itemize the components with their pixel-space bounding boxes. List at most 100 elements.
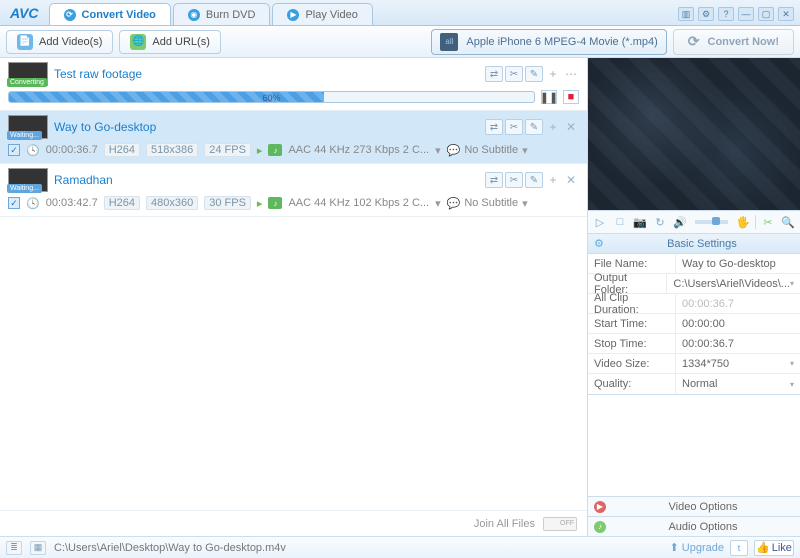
stop-button[interactable]: ■ <box>563 90 579 104</box>
scissors-icon[interactable]: ✂ <box>505 119 523 135</box>
wand-icon[interactable]: ✎ <box>525 66 543 82</box>
output-folder-field[interactable]: C:\Users\Ariel\Videos\...▾ <box>667 274 800 293</box>
volume-icon[interactable]: 🔊 <box>672 214 688 230</box>
checkbox[interactable]: ✓ <box>8 144 20 156</box>
list-item[interactable]: Waiting... Way to Go-desktop ⇄ ✂ ✎ + ✕ ✓… <box>0 111 587 164</box>
start-time-field[interactable]: 00:00:00 <box>676 314 800 333</box>
volume-slider[interactable] <box>695 220 728 224</box>
trim-icon[interactable]: ✂ <box>760 214 776 230</box>
setting-label: File Name: <box>588 254 676 273</box>
chevron-down-icon[interactable]: ▾ <box>790 359 794 368</box>
thumbnail: Waiting... <box>8 168 48 192</box>
dropdown-icon[interactable]: ▾ <box>522 197 528 210</box>
swap-icon[interactable]: ⇄ <box>485 172 503 188</box>
scissors-icon[interactable]: ✂ <box>505 172 523 188</box>
add-videos-button[interactable]: 📄 Add Video(s) <box>6 30 113 54</box>
audio-icon: ♪ <box>268 144 282 156</box>
play-button[interactable]: ▷ <box>592 214 608 230</box>
chevron-down-icon[interactable]: ▾ <box>790 279 794 288</box>
chevron-down-icon[interactable]: ▾ <box>790 380 794 389</box>
zoom-icon[interactable]: 🔍 <box>780 214 796 230</box>
rotate-icon[interactable]: ↻ <box>652 214 668 230</box>
convert-now-button[interactable]: ⟳ Convert Now! <box>673 29 794 55</box>
remove-icon[interactable]: ✕ <box>563 172 579 188</box>
checkbox[interactable]: ✓ <box>8 197 20 209</box>
minimize-icon[interactable]: — <box>738 7 754 21</box>
status-badge: Waiting... <box>7 184 42 193</box>
globe-icon: 🌐 <box>130 34 146 50</box>
remove-icon[interactable]: ✕ <box>563 119 579 135</box>
pause-button[interactable]: ❚❚ <box>541 90 557 104</box>
output-format-selector[interactable]: all Apple iPhone 6 MPEG-4 Movie (*.mp4) <box>431 29 666 55</box>
list-item[interactable]: Waiting... Ramadhan ⇄ ✂ ✎ + ✕ ✓ 🕓 00:03:… <box>0 164 587 217</box>
file-path: C:\Users\Ariel\Desktop\Way to Go-desktop… <box>54 542 662 554</box>
audio-info: AAC 44 KHz 102 Kbps 2 C... <box>288 197 429 209</box>
layout-icon[interactable]: ▥ <box>678 7 694 21</box>
video-options-row[interactable]: ▶Video Options <box>588 496 800 516</box>
facebook-like-button[interactable]: 👍Like <box>754 540 794 556</box>
tab-convert-video[interactable]: ⟳ Convert Video <box>49 3 171 25</box>
add-urls-button[interactable]: 🌐 Add URL(s) <box>119 30 220 54</box>
clock-icon: 🕓 <box>26 144 40 157</box>
dropdown-icon[interactable]: ▾ <box>435 144 441 157</box>
wand-icon[interactable]: ✎ <box>525 119 543 135</box>
dropdown-icon[interactable]: ▾ <box>522 144 528 157</box>
basic-settings-header[interactable]: ⚙ Basic Settings <box>588 234 800 254</box>
thumbs-up-icon: 👍 <box>756 541 770 554</box>
audio-options-row[interactable]: ♪Audio Options <box>588 516 800 536</box>
join-files-toggle[interactable]: OFF <box>543 517 577 531</box>
separator <box>755 215 756 229</box>
item-title: Way to Go-desktop <box>54 120 479 134</box>
tab-burn-dvd[interactable]: ◉ Burn DVD <box>173 3 271 25</box>
video-preview[interactable] <box>588 58 800 210</box>
setting-label: Quality: <box>588 374 676 394</box>
add-file-icon: 📄 <box>17 34 33 50</box>
add-icon[interactable]: + <box>545 119 561 135</box>
tab-play-video[interactable]: ▶ Play Video <box>272 3 372 25</box>
stop-time-field[interactable]: 00:00:36.7 <box>676 334 800 353</box>
setting-label: Video Size: <box>588 354 676 373</box>
settings-icon[interactable]: ⚙ <box>698 7 714 21</box>
title-bar: AVC ⟳ Convert Video ◉ Burn DVD ▶ Play Vi… <box>0 0 800 26</box>
format-label: Apple iPhone 6 MPEG-4 Movie (*.mp4) <box>466 36 657 48</box>
gear-icon: ⚙ <box>594 237 604 250</box>
chevron-right-icon[interactable]: ▸ <box>257 144 263 157</box>
list-item[interactable]: Converting Test raw footage ⇄ ✂ ✎ + ⋯ 60… <box>0 58 587 111</box>
dropdown-icon[interactable]: ▾ <box>435 197 441 210</box>
scissors-icon[interactable]: ✂ <box>505 66 523 82</box>
video-size-field[interactable]: 1334*750▾ <box>676 354 800 373</box>
twitter-button[interactable]: t <box>730 540 748 556</box>
swap-icon[interactable]: ⇄ <box>485 119 503 135</box>
resolution-tag: 480x360 <box>146 196 198 210</box>
chevron-right-icon[interactable]: ▸ <box>257 197 263 210</box>
thumbnail: Waiting... <box>8 115 48 139</box>
add-icon[interactable]: + <box>545 172 561 188</box>
maximize-icon[interactable]: ▢ <box>758 7 774 21</box>
refresh-icon: ⟳ <box>64 9 76 21</box>
audio-info: AAC 44 KHz 273 Kbps 2 C... <box>288 144 429 156</box>
add-icon[interactable]: + <box>545 66 561 82</box>
setting-label: All Clip Duration: <box>588 294 676 313</box>
swap-icon[interactable]: ⇄ <box>485 66 503 82</box>
play-icon: ▶ <box>287 9 299 21</box>
spacer <box>588 395 800 496</box>
upgrade-link[interactable]: ⬆Upgrade <box>670 541 724 554</box>
close-icon[interactable]: ✕ <box>778 7 794 21</box>
disc-icon: ◉ <box>188 9 200 21</box>
window-controls: ▥ ⚙ ? — ▢ ✕ <box>672 7 800 25</box>
info-icon[interactable]: ⋯ <box>563 66 579 82</box>
file-name-field[interactable]: Way to Go-desktop <box>676 254 800 273</box>
statusbar: ≣ ▦ C:\Users\Ariel\Desktop\Way to Go-des… <box>0 536 800 558</box>
help-icon[interactable]: ? <box>718 7 734 21</box>
clip-icon[interactable]: 🖐 <box>735 214 751 230</box>
wand-icon[interactable]: ✎ <box>525 172 543 188</box>
join-files-label: Join All Files <box>474 518 535 530</box>
quality-field[interactable]: Normal▾ <box>676 374 800 394</box>
list-view-icon[interactable]: ≣ <box>6 541 22 555</box>
button-label: Convert Now! <box>708 36 780 48</box>
grid-view-icon[interactable]: ▦ <box>30 541 46 555</box>
resolution-tag: 518x386 <box>146 143 198 157</box>
stop-button[interactable]: □ <box>612 214 628 230</box>
snapshot-icon[interactable]: 📷 <box>632 214 648 230</box>
subtitle-text: No Subtitle <box>464 197 518 209</box>
